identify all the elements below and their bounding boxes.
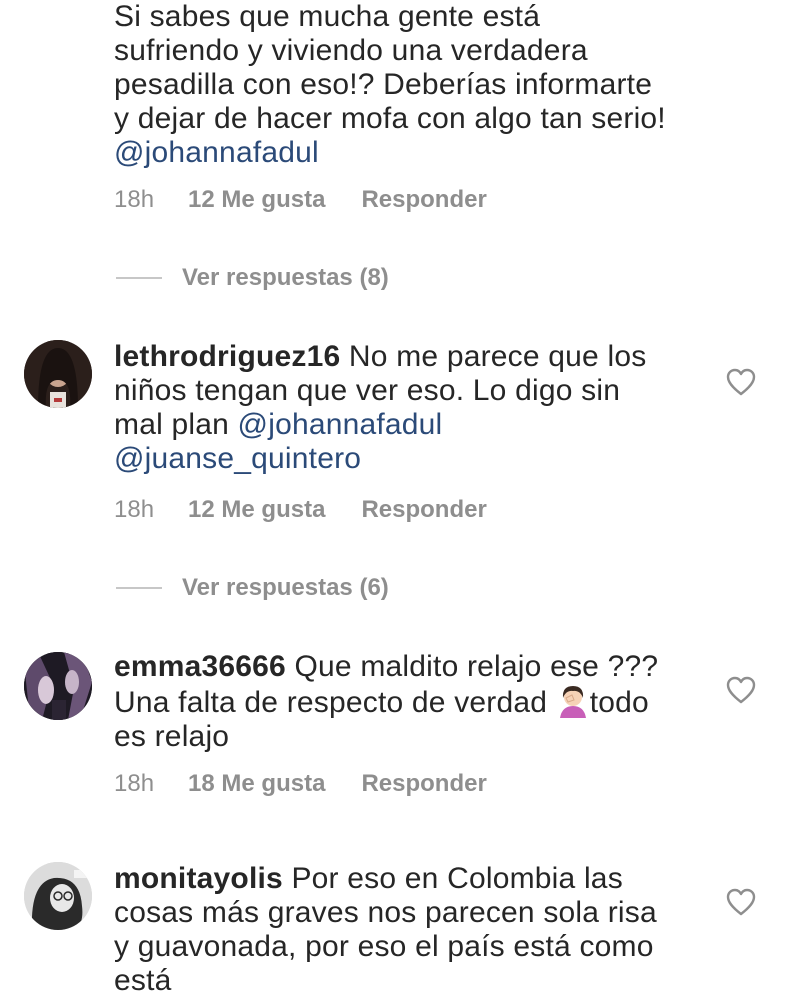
heart-outline-icon[interactable]: [726, 888, 756, 916]
divider-line: [116, 587, 162, 589]
comment-2-reply-button[interactable]: Responder: [361, 496, 486, 524]
view-replies-label: Ver respuestas (8): [182, 264, 389, 291]
comment-4-line-2: cosas más graves nos parecen sola risa: [114, 896, 657, 929]
avatar[interactable]: [24, 862, 92, 930]
divider-line: [116, 277, 162, 279]
view-replies-label: Ver respuestas (6): [182, 574, 389, 601]
comment-1-line-3: pesadilla con eso!? Deberías informarte: [114, 68, 653, 101]
comment-2-line-2: niños tengan que ver eso. Lo digo sin: [114, 374, 621, 407]
comment-2-meta: 18h 12 Me gusta Responder: [114, 496, 487, 524]
comment-1-text: Si sabes que mucha gente está sufriendo …: [114, 0, 754, 170]
comment-1-time: 18h: [114, 186, 155, 213]
facepalm-woman-emoji: [559, 686, 586, 718]
mention-link[interactable]: @juanse_quintero: [114, 442, 361, 475]
avatar[interactable]: [24, 652, 92, 720]
comment-4-line-3: y guavonada, por eso el país está como: [114, 930, 654, 963]
avatar-image: [24, 340, 92, 408]
comment-2: lethrodriguez16 No me parece que los niñ…: [114, 340, 734, 476]
comment-3-reply-button[interactable]: Responder: [361, 770, 486, 798]
comment-3-line-2b: todo: [589, 686, 649, 719]
comment-2-line-3: mal plan: [114, 408, 229, 441]
comment-1-view-replies[interactable]: Ver respuestas (8): [116, 264, 389, 292]
comment-4: monitayolis Por eso en Colombia las cosa…: [114, 862, 734, 998]
comment-3: emma36666 Que maldito relajo ese ??? Una…: [114, 650, 734, 754]
comment-4-line-4: está: [114, 964, 172, 997]
comment-2-view-replies[interactable]: Ver respuestas (6): [116, 574, 389, 602]
comment-3-text: emma36666 Que maldito relajo ese ??? Una…: [114, 650, 734, 754]
avatar-image: [24, 862, 92, 930]
mention-link[interactable]: @johannafadul: [114, 136, 319, 169]
comment-3-username[interactable]: emma36666: [114, 650, 286, 683]
comment-3-line-3: es relajo: [114, 720, 230, 753]
comment-2-likes[interactable]: 12 Me gusta: [188, 496, 325, 524]
comment-2-username[interactable]: lethrodriguez16: [114, 340, 340, 373]
comment-1-line-1: Si sabes que mucha gente está: [114, 0, 541, 33]
comment-1-reply-button[interactable]: Responder: [361, 186, 486, 214]
comment-3-text-first: Que maldito relajo ese ???: [294, 650, 659, 683]
comment-4-text: monitayolis Por eso en Colombia las cosa…: [114, 862, 734, 998]
comment-1: Si sabes que mucha gente está sufriendo …: [114, 0, 754, 170]
comment-2-text: lethrodriguez16 No me parece que los niñ…: [114, 340, 734, 476]
comment-3-likes[interactable]: 18 Me gusta: [188, 770, 325, 798]
comment-1-meta: 18h 12 Me gusta Responder: [114, 186, 487, 214]
comment-3-time: 18h: [114, 770, 155, 797]
comment-4-text-first: Por eso en Colombia las: [291, 862, 623, 895]
comment-4-username[interactable]: monitayolis: [114, 862, 283, 895]
mention-link[interactable]: @johannafadul: [238, 408, 443, 441]
comment-1-line-2: sufriendo y viviendo una verdadera: [114, 34, 588, 67]
comment-2-time: 18h: [114, 496, 155, 523]
avatar[interactable]: [24, 340, 92, 408]
heart-outline-icon[interactable]: [726, 676, 756, 704]
avatar-image: [24, 652, 92, 720]
comment-3-line-2a: Una falta de respecto de verdad: [114, 686, 548, 719]
comment-2-text-first: No me parece que los: [348, 340, 647, 373]
comment-1-line-4: y dejar de hacer mofa con algo tan serio…: [114, 102, 666, 135]
comment-1-likes[interactable]: 12 Me gusta: [188, 186, 325, 214]
comment-3-meta: 18h 18 Me gusta Responder: [114, 770, 487, 798]
heart-outline-icon[interactable]: [726, 368, 756, 396]
